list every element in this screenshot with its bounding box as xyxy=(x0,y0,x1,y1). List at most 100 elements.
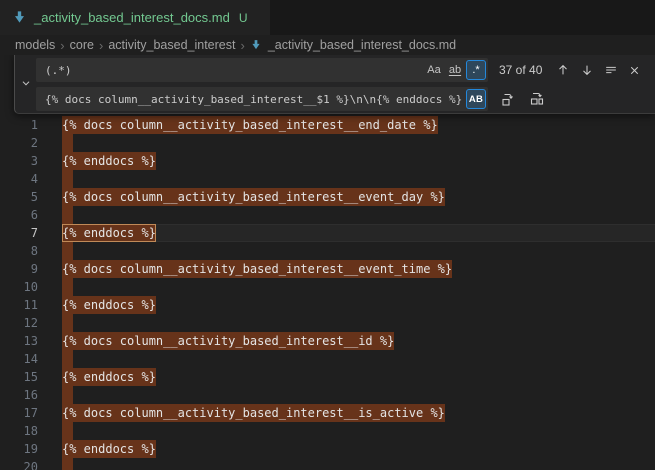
code-line-10[interactable]: 10 xyxy=(0,278,655,296)
find-match-highlight: {% enddocs %} xyxy=(62,368,156,386)
line-content: {% enddocs %} xyxy=(62,296,655,314)
line-number: 14 xyxy=(0,350,38,368)
line-number: 3 xyxy=(0,152,38,170)
tab-label: _activity_based_interest_docs.md xyxy=(34,10,230,25)
find-match-highlight: {% docs column__activity_based_interest_… xyxy=(62,260,452,278)
line-content xyxy=(62,422,655,440)
find-match-highlight: {% enddocs %} xyxy=(62,152,156,170)
line-number: 5 xyxy=(0,188,38,206)
code-line-8[interactable]: 8 xyxy=(0,242,655,260)
replace-input[interactable] xyxy=(38,93,465,106)
line-number: 17 xyxy=(0,404,38,422)
line-number: 9 xyxy=(0,260,38,278)
line-number: 6 xyxy=(0,206,38,224)
breadcrumb: models › core › activity_based_interest … xyxy=(0,35,655,55)
code-line-19[interactable]: 19{% enddocs %} xyxy=(0,440,655,458)
code-line-5[interactable]: 5 {% docs column__activity_based_interest… xyxy=(0,188,655,206)
replace-icon xyxy=(500,91,516,107)
find-match-highlight: {% docs column__activity_based_interest_… xyxy=(62,332,394,350)
line-content: {% enddocs %} xyxy=(62,152,655,170)
code-line-17[interactable]: 17 {% docs column__activity_based_interes… xyxy=(0,404,655,422)
match-count: 37 of 40 xyxy=(499,63,542,77)
line-content xyxy=(62,458,655,470)
code-line-2[interactable]: 2 xyxy=(0,134,655,152)
code-line-20[interactable]: 20 xyxy=(0,458,655,470)
line-content: {% docs column__activity_based_interest_… xyxy=(62,332,655,350)
find-match-highlight-empty xyxy=(62,242,73,260)
arrow-down-icon xyxy=(580,63,594,77)
line-number: 12 xyxy=(0,314,38,332)
chevron-right-icon: › xyxy=(240,38,244,53)
replace-row: AB xyxy=(36,87,647,111)
find-input[interactable] xyxy=(38,64,423,77)
line-number: 16 xyxy=(0,386,38,404)
code-line-1[interactable]: 1 {% docs column__activity_based_interest… xyxy=(0,116,655,134)
find-match-highlight: {% docs column__activity_based_interest_… xyxy=(62,404,445,422)
find-match-highlight: {% docs column__activity_based_interest_… xyxy=(62,116,438,134)
code-line-12[interactable]: 12 xyxy=(0,314,655,332)
code-line-14[interactable]: 14 xyxy=(0,350,655,368)
code-line-4[interactable]: 4 xyxy=(0,170,655,188)
line-content xyxy=(62,170,655,188)
line-content: {% docs column__activity_based_interest_… xyxy=(62,116,655,134)
line-content: {% enddocs %} xyxy=(62,368,655,386)
find-next-button[interactable] xyxy=(576,60,597,81)
find-in-selection-button[interactable] xyxy=(600,60,621,81)
code-line-7[interactable]: 7{% enddocs %} xyxy=(0,224,655,242)
line-content: {% docs column__activity_based_interest_… xyxy=(62,404,655,422)
tab-activity-based-interest-docs[interactable]: _activity_based_interest_docs.md U xyxy=(0,0,270,35)
code-line-18[interactable]: 18 xyxy=(0,422,655,440)
close-find-button[interactable] xyxy=(624,60,645,81)
toggle-replace-button[interactable] xyxy=(15,55,36,113)
find-match-highlight-empty xyxy=(62,458,73,470)
find-previous-button[interactable] xyxy=(552,60,573,81)
line-number: 1 xyxy=(0,116,38,134)
breadcrumb-item-models[interactable]: models xyxy=(15,38,55,52)
line-number: 7 xyxy=(0,224,38,242)
tab-bar: _activity_based_interest_docs.md U xyxy=(0,0,655,35)
line-number: 19 xyxy=(0,440,38,458)
breadcrumb-item-activity-based-interest[interactable]: activity_based_interest xyxy=(108,38,235,52)
code-line-3[interactable]: 3 {% enddocs %} xyxy=(0,152,655,170)
find-match-highlight-empty xyxy=(62,314,73,332)
code-line-13[interactable]: 13{% docs column__activity_based_interes… xyxy=(0,332,655,350)
line-content: {% docs column__activity_based_interest_… xyxy=(62,260,655,278)
markdown-file-icon xyxy=(250,39,262,51)
code-line-9[interactable]: 9 {% docs column__activity_based_interest… xyxy=(0,260,655,278)
find-match-highlight-empty xyxy=(62,278,73,296)
preserve-case-button[interactable]: AB xyxy=(466,89,486,109)
line-number: 4 xyxy=(0,170,38,188)
line-number: 11 xyxy=(0,296,38,314)
code-area[interactable]: 1 {% docs column__activity_based_interest… xyxy=(0,116,655,470)
find-match-highlight: {% enddocs %} xyxy=(62,296,156,314)
find-match-highlight-empty xyxy=(62,134,73,152)
editor[interactable]: Aa ab .* 37 of 40 xyxy=(0,55,655,470)
line-content xyxy=(62,206,655,224)
close-icon xyxy=(628,64,641,77)
code-line-15[interactable]: 15 {% enddocs %} xyxy=(0,368,655,386)
arrow-up-icon xyxy=(556,63,570,77)
find-match-highlight-empty xyxy=(62,170,73,188)
whole-word-button[interactable]: ab xyxy=(445,60,465,80)
breadcrumb-item-file[interactable]: _activity_based_interest_docs.md xyxy=(268,38,456,52)
chevron-right-icon: › xyxy=(60,38,64,53)
regex-button[interactable]: .* xyxy=(466,60,486,80)
breadcrumb-item-core[interactable]: core xyxy=(70,38,94,52)
replace-all-icon xyxy=(529,91,545,107)
find-match-highlight-empty xyxy=(62,386,73,404)
code-line-6[interactable]: 6 xyxy=(0,206,655,224)
line-number: 15 xyxy=(0,368,38,386)
replace-input-box: AB xyxy=(36,87,488,111)
match-case-button[interactable]: Aa xyxy=(424,60,444,80)
line-content: {% docs column__activity_based_interest_… xyxy=(62,188,655,206)
code-line-16[interactable]: 16 xyxy=(0,386,655,404)
vscode-window: _activity_based_interest_docs.md U model… xyxy=(0,0,655,470)
line-content xyxy=(62,278,655,296)
replace-one-button[interactable] xyxy=(497,89,518,110)
find-input-box: Aa ab .* xyxy=(36,58,488,82)
find-row: Aa ab .* 37 of 40 xyxy=(36,58,647,82)
line-content xyxy=(62,314,655,332)
chevron-right-icon: › xyxy=(99,38,103,53)
replace-all-button[interactable] xyxy=(526,89,547,110)
code-line-11[interactable]: 11 {% enddocs %} xyxy=(0,296,655,314)
